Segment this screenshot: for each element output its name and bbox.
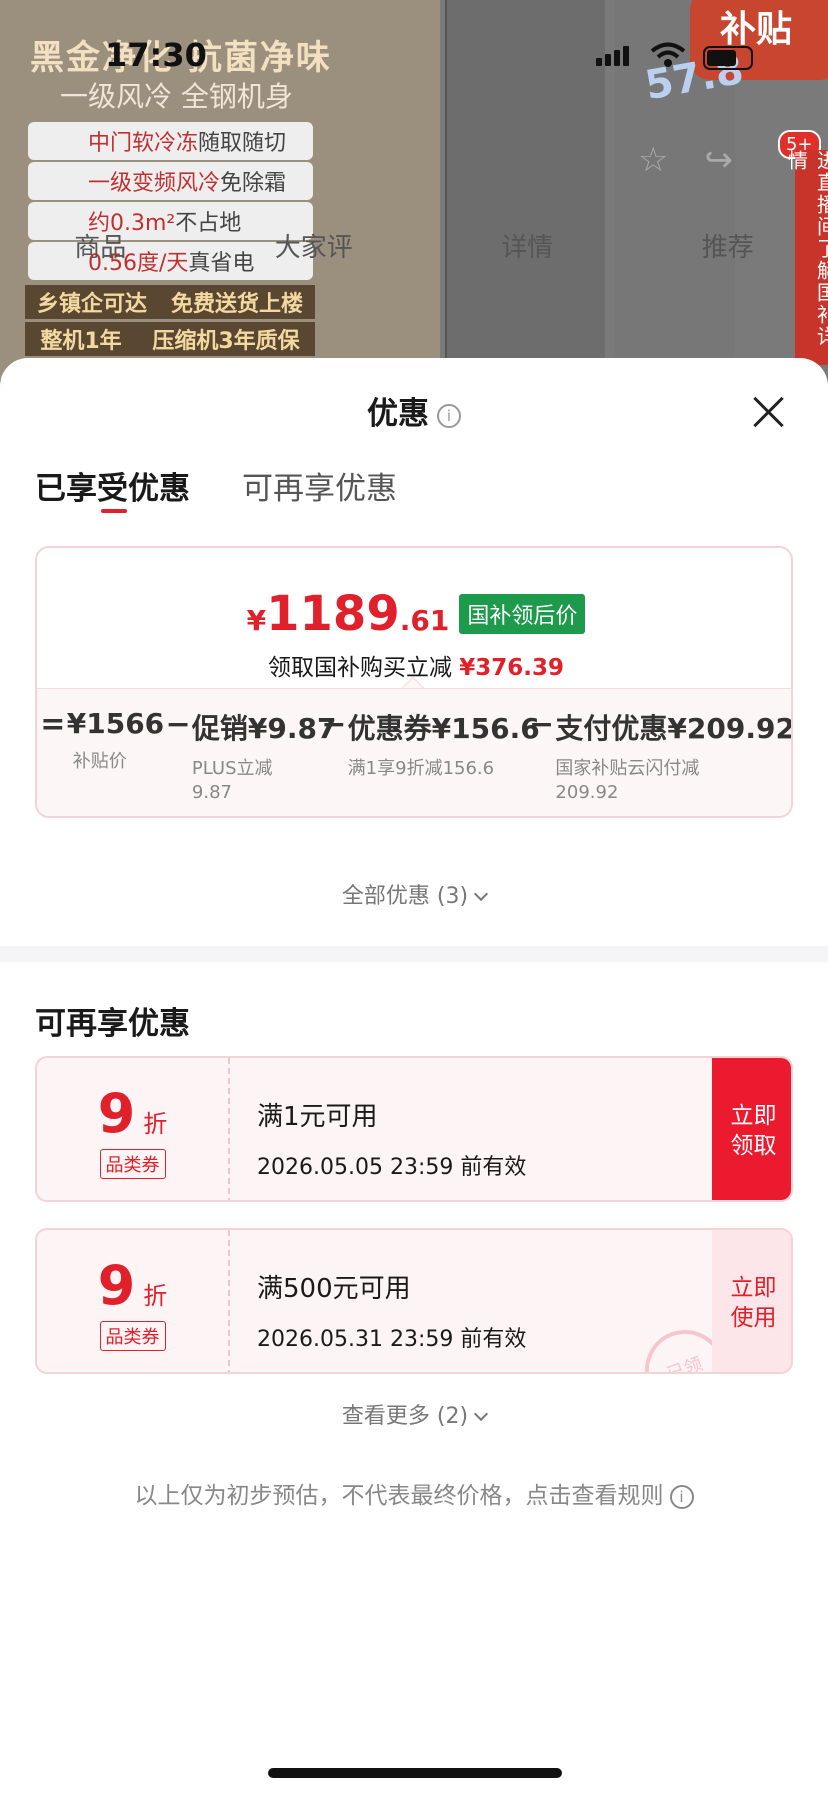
coupon-type-tag: 品类券	[99, 1321, 166, 1351]
promo-subtitle: 一级风冷 全钢机身	[60, 80, 293, 113]
discount-tabs: 已享受优惠 可再享优惠	[35, 463, 397, 513]
disclaimer-link[interactable]: 以上仅为初步预估，不代表最终价格，点击查看规则 i	[0, 1476, 828, 1510]
price-breakdown: = ¥1566 补贴价 − 促销¥9.87 PLUS立减 9.87 − 优惠券¥…	[37, 688, 793, 816]
calc-operator: −	[528, 707, 555, 742]
see-more-toggle[interactable]: 查看更多 (2)	[0, 1398, 828, 1430]
calc-item-base-price: ¥1566 补贴价	[66, 707, 165, 772]
section-title-available: 可再享优惠	[35, 1006, 190, 1042]
coupon-type-tag: 品类券	[99, 1149, 166, 1179]
star-icon[interactable]: ☆	[638, 140, 668, 180]
calc-item-payment: 支付优惠¥209.92 国家补贴云闪付减 209.92	[555, 712, 793, 803]
coupon-value: 9折 品类券	[37, 1230, 230, 1372]
product-nav-tabs: 商品 大家评 详情 推荐	[0, 215, 828, 275]
tab-reviews[interactable]: 大家评	[275, 227, 353, 264]
status-bar: 17:30	[0, 36, 828, 76]
feature-2: 一级变频风冷 免除霜	[28, 162, 313, 200]
coupon-validity: 2026.05.31 23:59 前有效	[257, 1327, 527, 1352]
feature-1: 中门软冷冻 随取随切	[28, 122, 313, 160]
coupon-condition: 满1元可用	[257, 1102, 378, 1132]
chevron-down-icon	[474, 1406, 489, 1422]
calc-operator: −	[165, 707, 191, 742]
share-icon[interactable]: ↪	[704, 140, 733, 180]
chevron-down-icon	[474, 886, 489, 902]
use-coupon-button[interactable]: 立即 使用	[712, 1230, 791, 1372]
subsidy-reduction: 领取国补购买立减 ¥376.39	[267, 655, 565, 681]
tab-available[interactable]: 可再享优惠	[242, 463, 397, 508]
close-icon[interactable]	[752, 396, 784, 428]
price-badge: 国补领后价	[459, 594, 586, 634]
battery-icon	[703, 46, 753, 70]
calc-item-coupon: 优惠券¥156.6 满1享9折减156.6	[347, 712, 540, 779]
price-summary-card: ¥ 1189 .61 国补领后价 领取国补购买立减 ¥376.39 = ¥156…	[35, 546, 793, 818]
calc-operator: −	[321, 707, 347, 742]
discount-sheet: 优惠 i 已享受优惠 可再享优惠 ¥ 1189 .61 国补领后价 领取国补购买立…	[0, 358, 828, 1796]
calc-item-promotion: 促销¥9.87 PLUS立减 9.87	[191, 712, 337, 803]
signal-icon	[596, 46, 629, 66]
wifi-icon	[650, 42, 686, 67]
tab-enjoyed[interactable]: 已享受优惠	[35, 463, 190, 513]
info-icon: i	[669, 1484, 694, 1509]
home-indicator[interactable]	[268, 1768, 562, 1778]
tab-details[interactable]: 详情	[501, 227, 553, 264]
status-time: 17:30	[105, 36, 207, 74]
calc-operator: =	[40, 707, 66, 742]
sheet-title: 优惠	[367, 396, 429, 432]
ribbon-warranty: 整机1年 压缩机3年质保	[25, 322, 315, 356]
claim-coupon-button[interactable]: 立即 领取	[712, 1058, 791, 1200]
ribbon-delivery: 乡镇企可达 免费送货上楼	[25, 285, 315, 319]
sheet-header: 优惠 i	[0, 388, 828, 433]
active-tab-indicator	[101, 509, 127, 513]
coupon-info: 满1元可用 2026.05.05 23:59 前有效	[257, 1096, 526, 1181]
coupon-value: 9折 品类券	[37, 1058, 230, 1200]
coupon-card: 9折 品类券 满500元可用 2026.05.31 23:59 前有效 已领 立…	[35, 1228, 793, 1374]
final-price: ¥ 1189 .61 国补领后价	[37, 586, 791, 642]
tab-recommend[interactable]: 推荐	[702, 227, 754, 264]
coupon-condition: 满500元可用	[257, 1274, 411, 1304]
coupon-validity: 2026.05.05 23:59 前有效	[257, 1155, 527, 1180]
info-icon[interactable]: i	[437, 403, 461, 428]
coupon-info: 满500元可用 2026.05.31 23:59 前有效	[257, 1268, 526, 1353]
section-divider	[0, 946, 828, 962]
coupon-card: 9折 品类券 满1元可用 2026.05.05 23:59 前有效 立即 领取	[35, 1056, 793, 1202]
all-discounts-toggle[interactable]: 全部优惠 (3)	[0, 878, 828, 910]
tab-product[interactable]: 商品	[74, 227, 126, 264]
